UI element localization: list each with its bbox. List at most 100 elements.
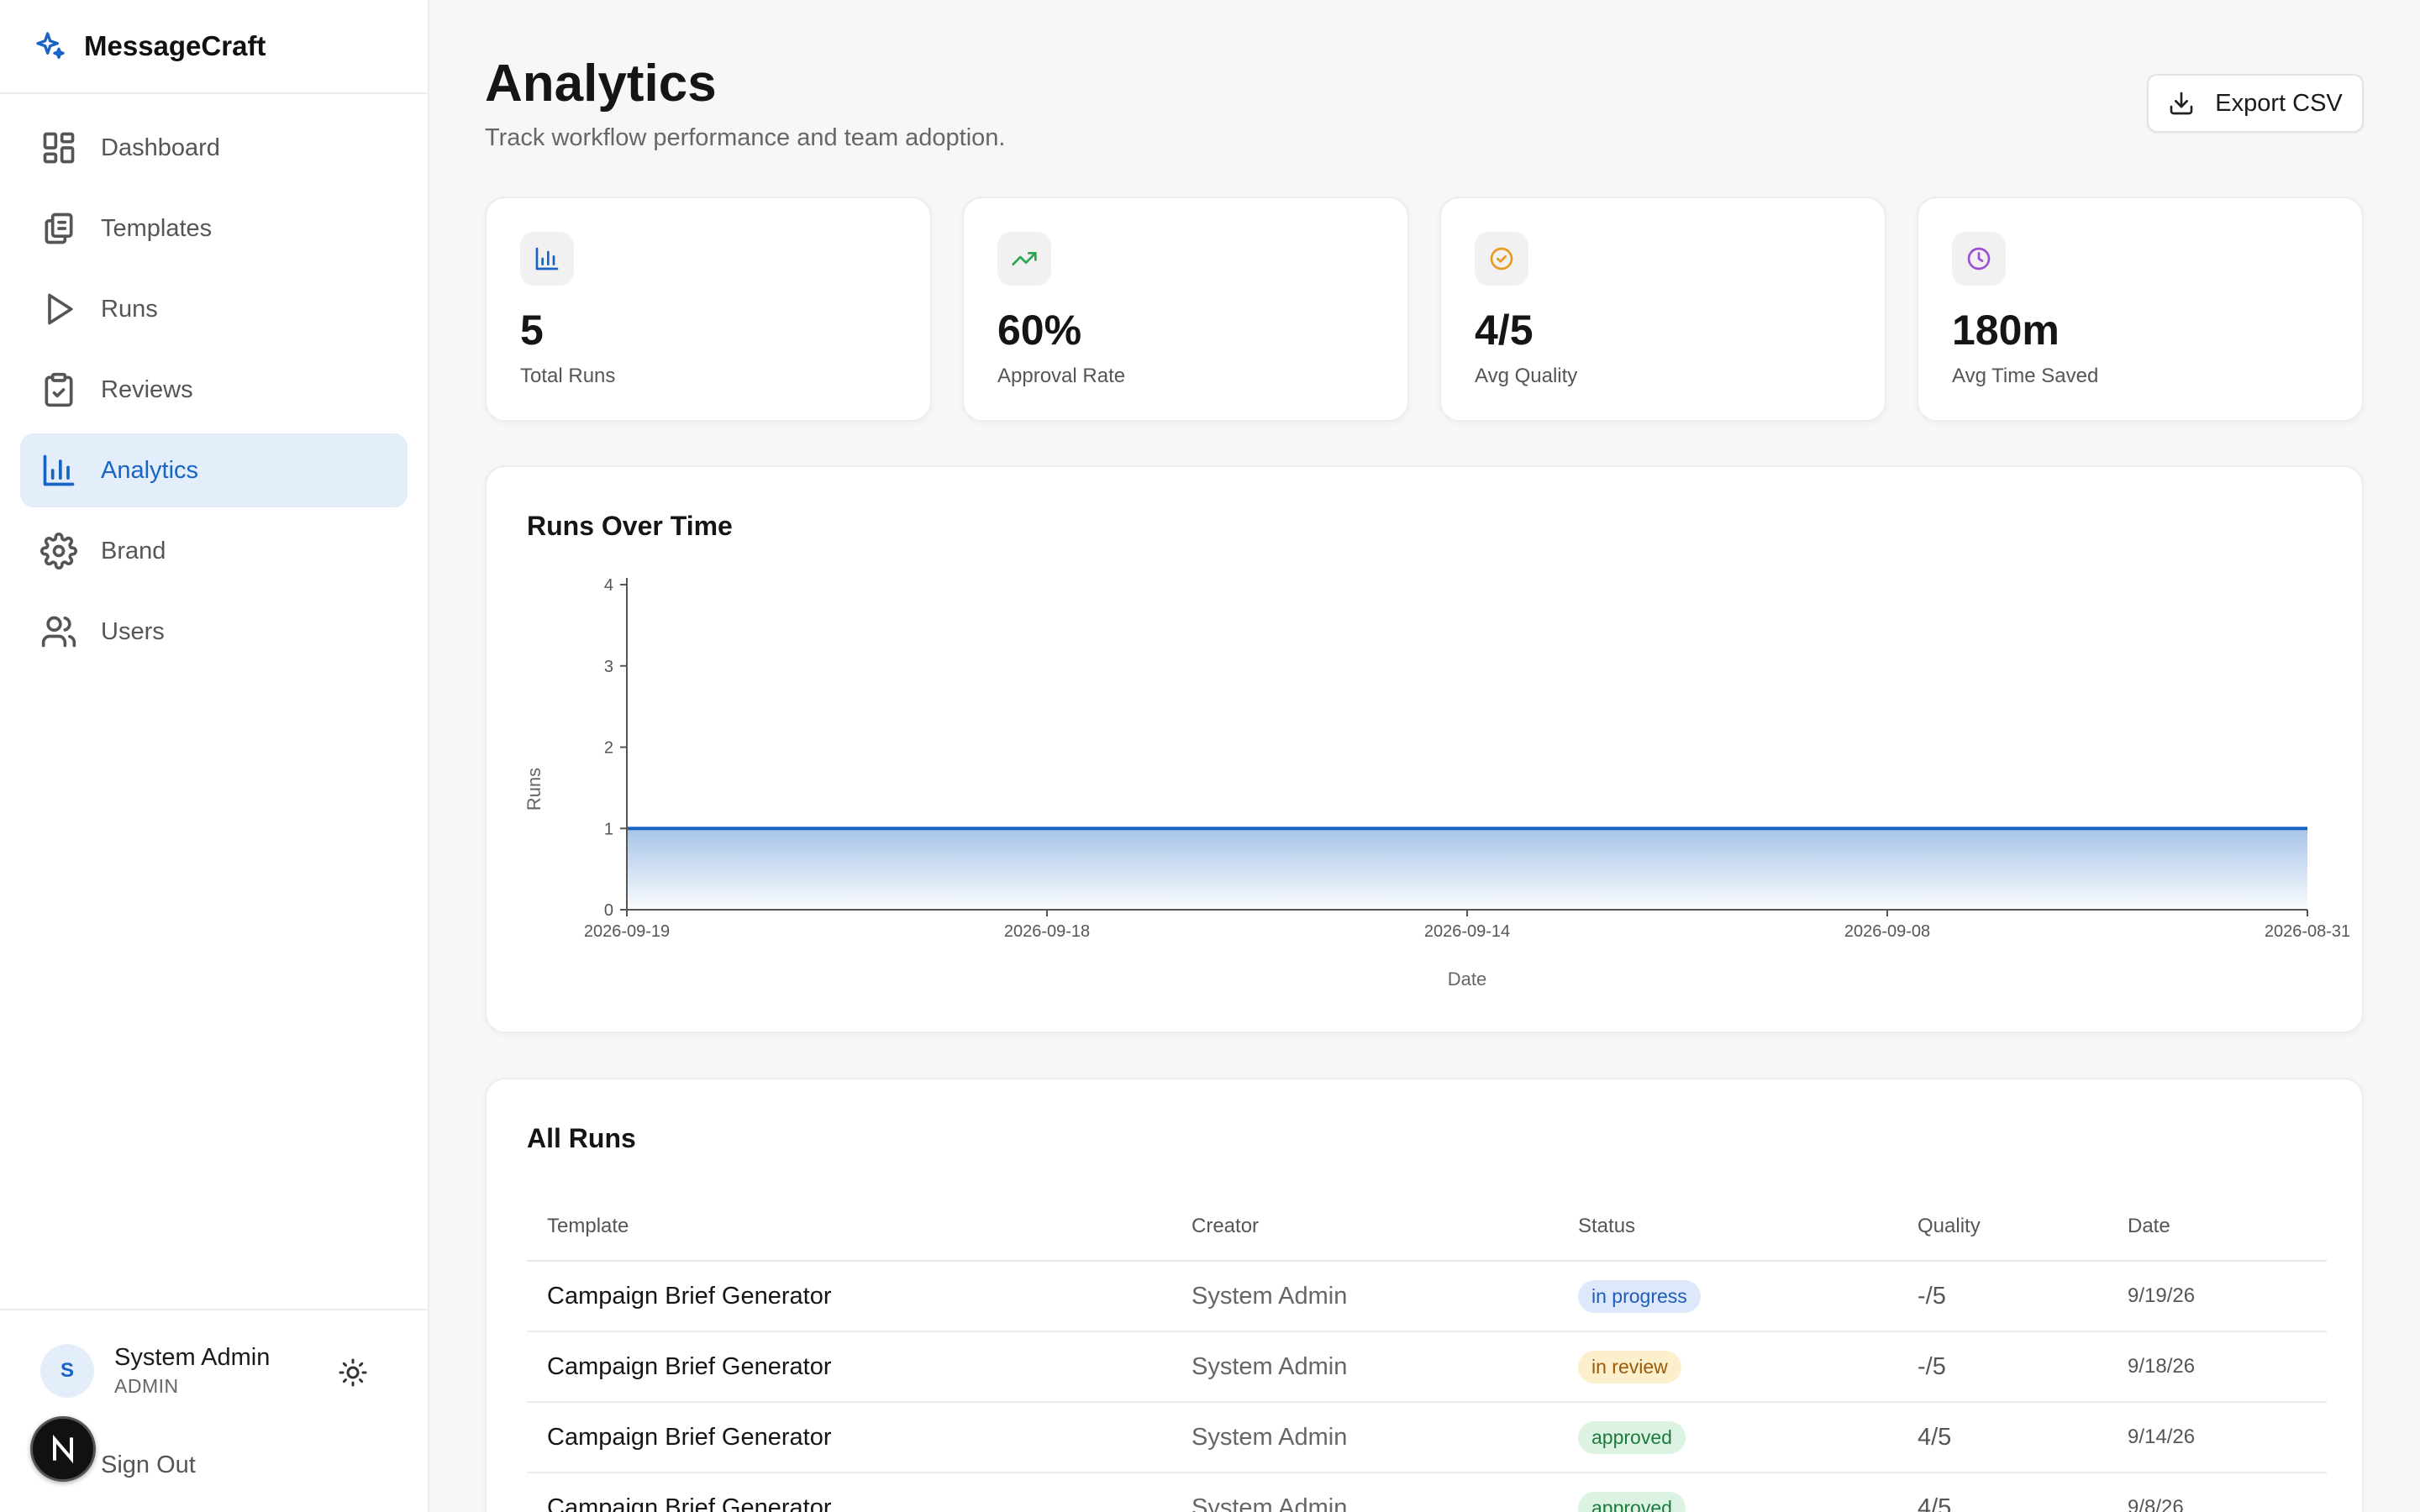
column-header-creator[interactable]: Creator <box>1171 1192 1558 1262</box>
users-icon <box>41 616 76 648</box>
stat-value: 4/5 <box>1475 307 1534 354</box>
sparkle-icon <box>36 32 65 60</box>
cell-quality: -/5 <box>1897 1331 2107 1403</box>
data-point <box>1044 826 1050 831</box>
runs-table: Template Creator Status Quality Date Cam… <box>527 1192 2327 1512</box>
sign-out-button[interactable]: Sign Out <box>101 1452 196 1479</box>
dashboard-icon <box>43 132 75 164</box>
bar-chart-icon <box>43 454 75 486</box>
stat-card-avg-time-saved: 180m Avg Time Saved <box>1917 197 2364 422</box>
sidebar-item-label: Templates <box>101 214 213 242</box>
sidebar-item-brand[interactable]: Brand <box>20 514 408 588</box>
sun-icon <box>339 1358 367 1387</box>
cell-creator: System Admin <box>1171 1261 1558 1332</box>
sidebar-item-label: Dashboard <box>101 134 220 161</box>
stat-card-avg-quality: 4/5 Avg Quality <box>1439 197 1886 422</box>
sidebar-item-label: Reviews <box>101 375 193 403</box>
y-axis-label: Runs <box>523 768 544 811</box>
x-tick-label: 2026-09-08 <box>1844 922 1930 941</box>
cell-template: Campaign Brief Generator <box>527 1331 1171 1403</box>
all-runs-card: All Runs Template Creator Status Quality… <box>485 1078 2364 1512</box>
sidebar-item-reviews[interactable]: Reviews <box>20 353 408 427</box>
column-header-status[interactable]: Status <box>1558 1192 1897 1262</box>
data-point <box>2305 826 2310 831</box>
cell-creator: System Admin <box>1171 1473 1558 1512</box>
status-badge: approved <box>1578 1420 1686 1454</box>
sidebar-item-label: Runs <box>101 295 158 323</box>
cell-date: 9/19/26 <box>2107 1261 2327 1332</box>
sidebar-item-templates[interactable]: Templates <box>20 192 408 265</box>
stat-label: Total Runs <box>520 365 616 387</box>
sidebar-item-runs[interactable]: Runs <box>20 272 408 346</box>
avatar: S <box>40 1344 94 1398</box>
status-badge: in review <box>1578 1350 1681 1383</box>
theme-toggle-button[interactable] <box>338 1357 368 1388</box>
check-circle-icon <box>1490 247 1513 270</box>
chart-title: Runs Over Time <box>527 511 733 541</box>
column-header-quality[interactable]: Quality <box>1897 1192 2107 1262</box>
column-header-date[interactable]: Date <box>2107 1192 2327 1262</box>
stats-row: 5 Total Runs 60% Approval Rate 4/5 Avg Q… <box>485 197 2364 422</box>
trending-up-icon <box>1012 252 1037 265</box>
series-area <box>627 828 2307 910</box>
y-tick-label: 0 <box>604 901 613 920</box>
cell-template: Campaign Brief Generator <box>527 1402 1171 1473</box>
brand-header[interactable]: MessageCraft <box>0 0 428 94</box>
table-row[interactable]: Campaign Brief Generator System Admin in… <box>527 1331 2327 1403</box>
bar-chart-icon <box>535 247 559 270</box>
runs-over-time-chart: 0 1 2 3 4 2026-09-19 2026-09-18 2026-09-14 2026-… <box>523 576 2350 990</box>
column-header-template[interactable]: Template <box>527 1192 1171 1262</box>
app-name: MessageCraft <box>84 30 266 61</box>
x-tick-label: 2026-09-19 <box>584 922 670 941</box>
cell-quality: 4/5 <box>1897 1473 2107 1512</box>
data-point <box>1465 826 1470 831</box>
y-tick-label: 1 <box>604 820 613 838</box>
export-csv-button[interactable]: Export CSV <box>2147 74 2364 133</box>
runs-over-time-card: 0 1 2 3 4 2026-09-19 2026-09-18 2026-09-14 2026-… <box>485 465 2364 1033</box>
x-tick-label: 2026-09-18 <box>1004 922 1090 941</box>
sidebar-item-analytics[interactable]: Analytics <box>20 433 408 507</box>
stat-label: Avg Quality <box>1475 365 1578 387</box>
y-tick-label: 2 <box>604 739 613 758</box>
stat-value: 180m <box>1952 307 2060 354</box>
x-axis-label: Date <box>1448 969 1486 990</box>
cell-date: 9/18/26 <box>2107 1331 2327 1403</box>
table-header-row: Template Creator Status Quality Date <box>527 1192 2327 1262</box>
export-csv-label: Export CSV <box>2215 89 2343 117</box>
user-info: S System Admin ADMIN <box>40 1344 393 1398</box>
templates-icon <box>45 213 73 244</box>
table-row[interactable]: Campaign Brief Generator System Admin ap… <box>527 1473 2327 1512</box>
n-logo-icon <box>53 1434 73 1464</box>
sidebar-nav: Dashboard Templates Runs Reviews Analyti… <box>0 111 428 669</box>
x-tick-label: 2026-09-14 <box>1424 922 1510 941</box>
cell-creator: System Admin <box>1171 1402 1558 1473</box>
cell-template: Campaign Brief Generator <box>527 1473 1171 1512</box>
x-tick-label: 2026-08-31 <box>2265 922 2350 941</box>
cell-quality: -/5 <box>1897 1261 2107 1332</box>
y-tick-label: 4 <box>604 576 613 595</box>
table-row[interactable]: Campaign Brief Generator System Admin in… <box>527 1261 2327 1332</box>
cell-quality: 4/5 <box>1897 1402 2107 1473</box>
sidebar-item-label: Analytics <box>101 456 199 484</box>
cell-creator: System Admin <box>1171 1331 1558 1403</box>
status-badge: approved <box>1578 1491 1686 1512</box>
user-name: System Admin <box>114 1344 271 1371</box>
clipboard-check-icon <box>45 372 73 407</box>
page-subtitle: Track workflow performance and team adop… <box>485 124 1006 151</box>
status-badge: in progress <box>1578 1279 1701 1313</box>
play-icon <box>48 293 73 325</box>
sidebar: MessageCraft Dashboard Templates Runs Re… <box>0 0 429 1512</box>
table-row[interactable]: Campaign Brief Generator System Admin ap… <box>527 1402 2327 1473</box>
cell-template: Campaign Brief Generator <box>527 1261 1171 1332</box>
cell-status: approved <box>1558 1473 1897 1512</box>
stat-card-approval-rate: 60% Approval Rate <box>962 197 1409 422</box>
sidebar-item-label: Brand <box>101 537 166 564</box>
user-role: ADMIN <box>114 1375 179 1397</box>
data-point <box>1885 826 1890 831</box>
sidebar-item-users[interactable]: Users <box>20 595 408 669</box>
cell-status: approved <box>1558 1402 1897 1473</box>
dev-tools-badge[interactable] <box>30 1416 96 1482</box>
sidebar-item-dashboard[interactable]: Dashboard <box>20 111 408 185</box>
cell-date: 9/8/26 <box>2107 1473 2327 1512</box>
stat-card-total-runs: 5 Total Runs <box>485 197 932 422</box>
